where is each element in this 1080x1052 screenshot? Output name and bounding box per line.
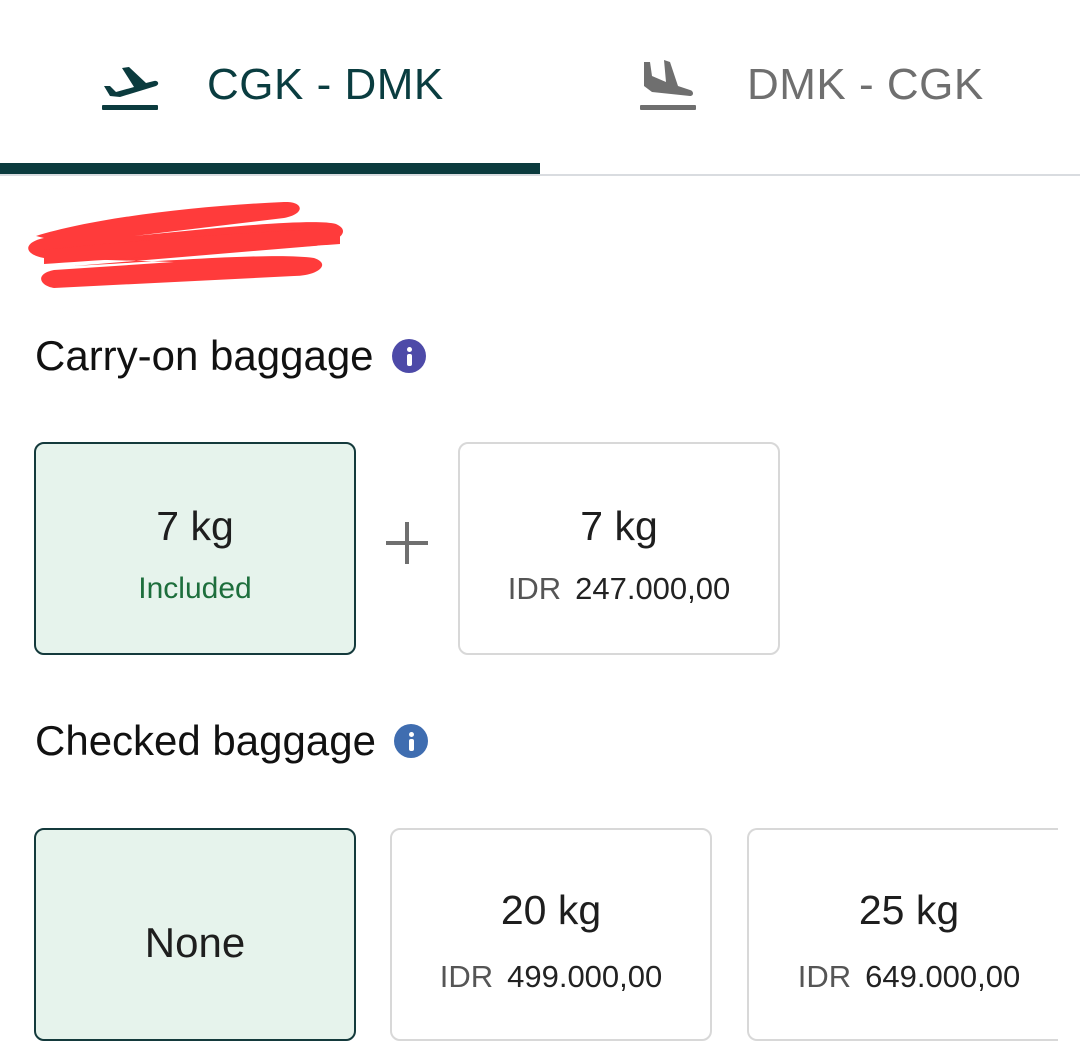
checked-option-none[interactable]: None bbox=[34, 828, 356, 1041]
carry-on-option-extra[interactable]: 7 kg IDR 247.000,00 bbox=[458, 442, 780, 655]
plus-icon bbox=[386, 522, 428, 564]
active-tab-indicator bbox=[0, 163, 540, 174]
price-amount: 649.000,00 bbox=[865, 959, 1021, 994]
tab-outbound[interactable]: CGK - DMK bbox=[0, 0, 540, 174]
tab-return[interactable]: DMK - CGK bbox=[540, 0, 1080, 174]
checked-20kg-price: IDR 499.000,00 bbox=[392, 958, 710, 996]
checked-title: Checked baggage bbox=[35, 716, 428, 766]
arrival-plane-icon bbox=[640, 60, 696, 110]
carry-on-info-icon[interactable] bbox=[391, 339, 426, 373]
carry-on-included-weight: 7 kg bbox=[156, 503, 234, 549]
checked-option-20kg[interactable]: 20 kg IDR 499.000,00 bbox=[390, 828, 712, 1041]
currency-label: IDR bbox=[439, 959, 494, 994]
carry-on-option-included[interactable]: 7 kg Included bbox=[34, 442, 356, 655]
checked-none-label: None bbox=[144, 919, 246, 966]
checked-25kg-weight: 25 kg bbox=[858, 887, 960, 933]
price-amount: 499.000,00 bbox=[507, 959, 663, 994]
carry-on-title: Carry-on baggage bbox=[35, 331, 426, 381]
flight-segment-tabs: CGK - DMK DMK - CGK bbox=[0, 0, 1080, 176]
carry-on-extra-price: IDR 247.000,00 bbox=[460, 570, 778, 608]
carry-on-title-text: Carry-on baggage bbox=[35, 332, 374, 379]
checked-25kg-price: IDR 649.000,00 bbox=[749, 958, 1069, 996]
tab-return-label: DMK - CGK bbox=[747, 60, 984, 109]
checked-option-25kg[interactable]: 25 kg IDR 649.000,00 bbox=[747, 828, 1058, 1041]
price-amount: 247.000,00 bbox=[575, 571, 731, 606]
checked-info-icon[interactable] bbox=[393, 724, 428, 758]
departure-plane-icon bbox=[102, 67, 159, 110]
carry-on-included-note: Included bbox=[138, 572, 252, 605]
checked-20kg-weight: 20 kg bbox=[500, 887, 602, 933]
redaction-mark bbox=[28, 201, 344, 288]
checked-title-text: Checked baggage bbox=[35, 717, 376, 764]
carry-on-extra-weight: 7 kg bbox=[580, 503, 658, 549]
currency-label: IDR bbox=[797, 959, 852, 994]
tab-outbound-label: CGK - DMK bbox=[207, 60, 444, 109]
currency-label: IDR bbox=[507, 571, 562, 606]
